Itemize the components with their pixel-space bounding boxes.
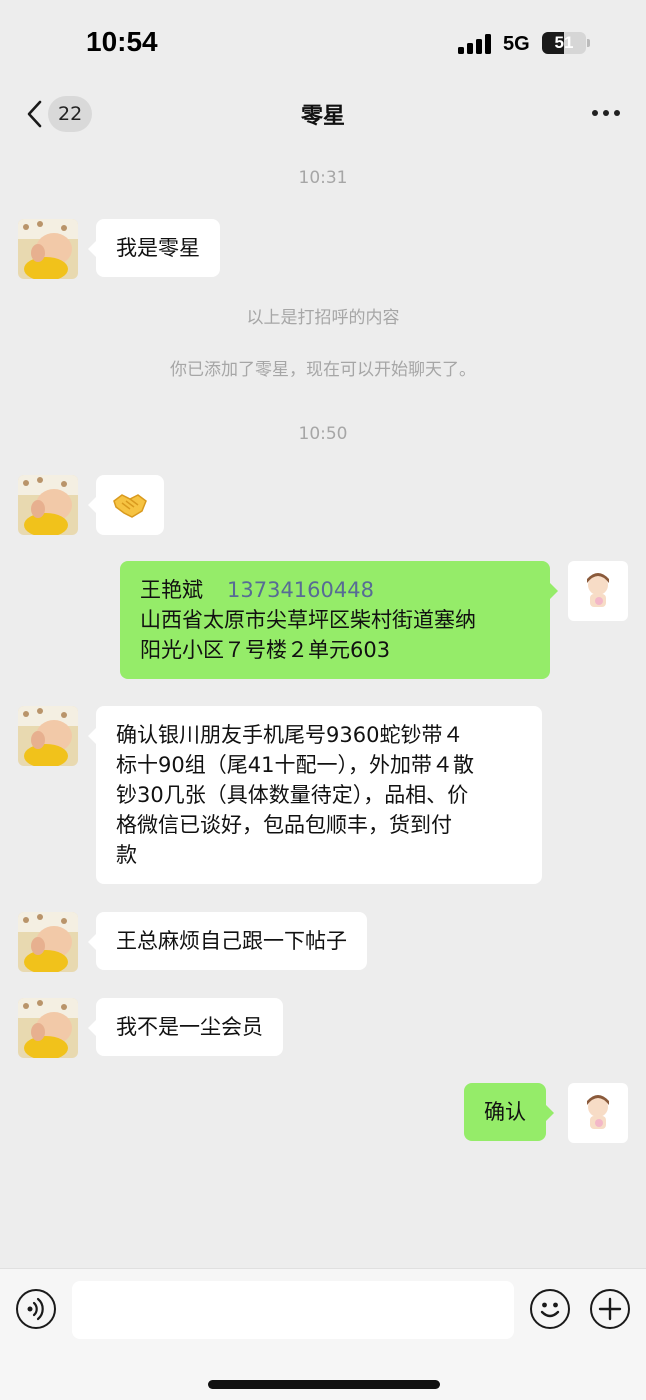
emoji-icon[interactable] — [530, 1289, 570, 1329]
message-text-line: 钞30几张（具体数量待定），品相、价 — [116, 783, 469, 807]
message-bubble-outgoing[interactable]: 确认 — [464, 1083, 554, 1141]
address-line: 阳光小区７号楼２单元603 — [140, 638, 391, 662]
message-text-line: 确认银川朋友手机尾号9360蛇钞带４ — [116, 723, 464, 747]
message-text: 我是零星 — [116, 236, 200, 260]
handshake-icon — [113, 494, 147, 518]
message-text-line: 款 — [116, 843, 137, 867]
message-timestamp: 10:31 — [298, 168, 348, 188]
contact-avatar[interactable] — [18, 475, 78, 535]
status-bar: 10:54 5G 51 — [0, 0, 646, 88]
message-input[interactable] — [72, 1281, 514, 1339]
message-timestamp: 10:50 — [298, 424, 348, 444]
battery-cap — [587, 39, 590, 47]
message-text: 确认 — [484, 1100, 526, 1124]
battery-icon: 51 — [542, 32, 586, 54]
chat-title: 零星 — [300, 104, 345, 129]
message-text-line: 标十90组（尾41十配一），外加带４散 — [116, 753, 474, 777]
more-dots-icon[interactable] — [592, 110, 620, 118]
contact-avatar[interactable] — [18, 219, 78, 279]
contact-avatar[interactable] — [18, 998, 78, 1058]
message-bubble-incoming[interactable]: 确认银川朋友手机尾号9360蛇钞带４ 标十90组（尾41十配一），外加带４散 钞… — [88, 706, 542, 884]
chat-header: 22 零星 — [0, 88, 646, 140]
signal-icon — [458, 34, 494, 54]
contact-avatar[interactable] — [18, 706, 78, 766]
system-message: 以上是打招呼的内容 — [246, 308, 400, 328]
phone-number-link[interactable]: 13734160448 — [227, 578, 374, 602]
address-line: 山西省太原市尖草坪区柴村街道塞纳 — [140, 608, 476, 632]
system-message: 你已添加了零星，现在可以开始聊天了。 — [170, 360, 476, 380]
my-avatar[interactable] — [568, 1083, 628, 1143]
message-bubble-incoming[interactable]: 我不是一尘会员 — [88, 998, 283, 1056]
home-indicator[interactable] — [208, 1380, 440, 1389]
message-bubble-incoming[interactable]: 我是零星 — [88, 219, 220, 277]
message-bubble-outgoing[interactable]: 王艳斌 13734160448 山西省太原市尖草坪区柴村街道塞纳 阳光小区７号楼２… — [120, 561, 558, 679]
voice-icon[interactable] — [16, 1289, 56, 1329]
contact-name: 王艳斌 — [140, 578, 203, 602]
network-type: 5G — [503, 33, 530, 55]
battery-level: 51 — [554, 33, 574, 52]
my-avatar[interactable] — [568, 561, 628, 621]
message-bubble-incoming[interactable] — [88, 475, 164, 535]
message-text: 我不是一尘会员 — [116, 1015, 263, 1039]
status-time: 10:54 — [86, 26, 158, 57]
contact-line: 王艳斌 13734160448 — [140, 575, 530, 605]
contact-avatar[interactable] — [18, 912, 78, 972]
message-bubble-incoming[interactable]: 王总麻烦自己跟一下帖子 — [88, 912, 367, 970]
message-text-line: 格微信已谈好，包品包顺丰，货到付 — [116, 813, 452, 837]
message-text: 王总麻烦自己跟一下帖子 — [116, 929, 347, 953]
plus-icon[interactable] — [590, 1289, 630, 1329]
